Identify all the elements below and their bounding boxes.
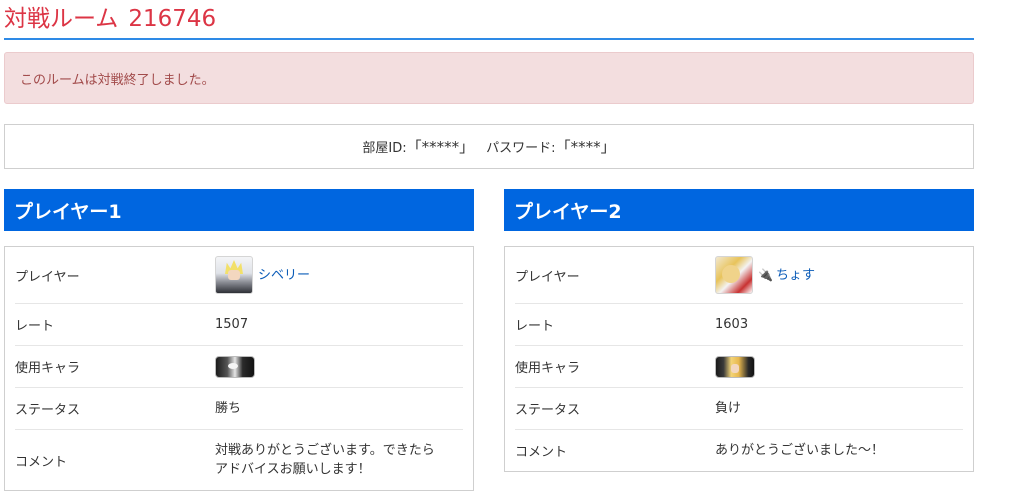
player1-row-status: ステータス 勝ち	[15, 388, 463, 430]
room-id-label: 部屋ID:	[362, 141, 407, 156]
alert-message: このルームは対戦終了しました。	[20, 72, 215, 88]
avatar-icon[interactable]	[715, 256, 753, 294]
player2-row-character: 使用キャラ	[515, 346, 963, 388]
room-credentials: 部屋ID: 「*****」 パスワード: 「****」	[4, 124, 974, 169]
rate-label: レート	[515, 319, 555, 334]
player2-panel: プレイヤー2 プレイヤー 🔌 ちょす レート 1603 使用キャラ ステータス …	[504, 189, 974, 472]
player2-name-link[interactable]: ちょす	[776, 266, 815, 285]
player2-comment: ありがとうございました～！	[715, 443, 885, 458]
comment-label: コメント	[515, 445, 568, 460]
page-title-text: 対戦ルーム	[4, 5, 119, 32]
player-label: プレイヤー	[15, 269, 80, 285]
character-icon	[215, 355, 255, 378]
player2-status: 負け	[715, 401, 742, 416]
character-icon	[715, 355, 755, 378]
player1-info-table: プレイヤー シベリー レート 1507 使用キャラ ステータス 勝ち コメント …	[4, 246, 474, 491]
room-id-value: 「*****」	[406, 138, 475, 156]
player1-panel: プレイヤー1 プレイヤー シベリー レート 1507 使用キャラ ステータス 勝…	[4, 189, 474, 491]
player2-info-table: プレイヤー 🔌 ちょす レート 1603 使用キャラ ステータス 負け コメント…	[504, 246, 974, 472]
player2-rate: 1603	[715, 317, 749, 332]
rate-label: レート	[15, 319, 55, 334]
player2-row-player: プレイヤー 🔌 ちょす	[515, 247, 963, 304]
player2-row-status: ステータス 負け	[515, 388, 963, 430]
player2-heading: プレイヤー2	[504, 189, 974, 231]
player1-row-player: プレイヤー シベリー	[15, 247, 463, 304]
cloud-avatar-icon[interactable]	[215, 256, 253, 294]
player1-row-character: 使用キャラ	[15, 346, 463, 388]
room-number: 216746	[128, 5, 217, 32]
player1-row-rate: レート 1507	[15, 304, 463, 346]
status-label: ステータス	[15, 403, 81, 418]
comment-label: コメント	[15, 454, 68, 470]
player1-comment-line1: 対戦ありがとうございます。できたら	[215, 443, 435, 458]
character-label: 使用キャラ	[15, 361, 81, 376]
character-label: 使用キャラ	[515, 361, 581, 376]
player2-row-rate: レート 1603	[515, 304, 963, 346]
player-label: プレイヤー	[515, 269, 580, 285]
password-value: 「****」	[555, 138, 616, 156]
battle-room-page: 対戦ルーム 216746 このルームは対戦終了しました。 部屋ID: 「****…	[0, 0, 1012, 499]
player2-row-comment: コメント ありがとうございました～！	[515, 430, 963, 471]
player1-name-link[interactable]: シベリー	[258, 266, 310, 285]
player1-row-comment: コメント 対戦ありがとうございます。できたら アドバイスお願いします！	[15, 430, 463, 490]
battle-ended-alert: このルームは対戦終了しました。	[4, 52, 974, 104]
player1-status: 勝ち	[215, 401, 242, 416]
player1-heading: プレイヤー1	[4, 189, 474, 231]
player1-comment-line2: アドバイスお願いします！	[215, 462, 371, 477]
password-label: パスワード:	[486, 141, 556, 156]
plug-icon: 🔌	[758, 268, 773, 282]
player1-rate: 1507	[215, 317, 249, 332]
page-title: 対戦ルーム 216746	[4, 0, 974, 40]
status-label: ステータス	[515, 403, 581, 418]
